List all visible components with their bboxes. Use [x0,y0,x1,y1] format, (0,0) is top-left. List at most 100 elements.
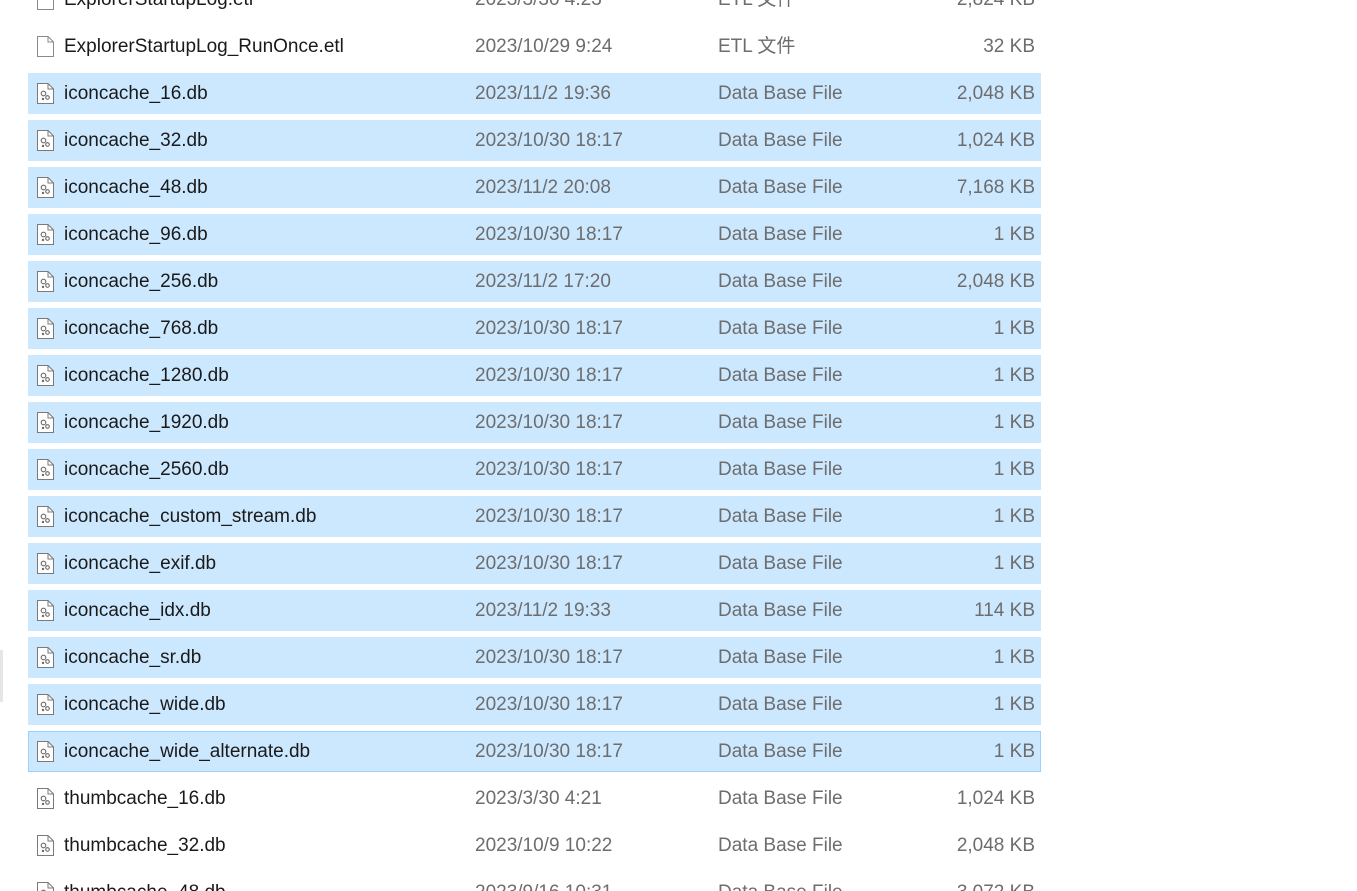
file-date-modified: 2023/10/30 18:17 [475,318,623,339]
file-name: iconcache_1280.db [64,365,229,386]
db-file-icon [37,412,54,433]
file-list: ExplorerStartupLog.etl 2023/3/30 4:23 ET… [0,0,1357,891]
db-file-icon [37,365,54,386]
file-name: iconcache_256.db [64,271,219,292]
db-file-icon [37,506,54,527]
file-size: 1 KB [993,365,1035,386]
file-name: iconcache_exif.db [64,553,217,574]
file-row[interactable]: iconcache_wide.db 2023/10/30 18:17 Data … [0,681,1357,728]
db-file-icon [37,600,54,621]
file-date-modified: 2023/10/30 18:17 [475,694,623,715]
db-file-icon [37,459,54,480]
file-row[interactable]: iconcache_1920.db 2023/10/30 18:17 Data … [0,399,1357,446]
file-date-modified: 2023/10/30 18:17 [475,224,623,245]
db-file-icon [37,788,54,809]
file-size: 1 KB [993,741,1035,762]
file-name: ExplorerStartupLog_RunOnce.etl [64,36,344,57]
file-type: Data Base File [718,788,843,809]
blank-file-icon [37,0,54,10]
db-file-icon [37,83,54,104]
file-name: iconcache_48.db [64,177,208,198]
file-name: iconcache_1920.db [64,412,229,433]
file-type: Data Base File [718,869,843,891]
file-date-modified: 2023/10/29 9:24 [475,36,613,57]
file-type: Data Base File [718,177,843,198]
file-name: iconcache_idx.db [64,600,211,621]
file-date-modified: 2023/10/30 18:17 [475,130,623,151]
blank-file-icon [37,36,54,57]
file-size: 2,048 KB [956,83,1035,104]
file-size: 1 KB [993,647,1035,668]
file-name: iconcache_768.db [64,318,219,339]
file-name: iconcache_custom_stream.db [64,506,317,527]
file-type: Data Base File [718,694,843,715]
file-row[interactable]: iconcache_48.db 2023/11/2 20:08 Data Bas… [0,164,1357,211]
file-size: 2,824 KB [860,0,1035,23]
file-date-modified: 2023/10/30 18:17 [475,412,623,433]
file-row[interactable]: iconcache_1280.db 2023/10/30 18:17 Data … [0,352,1357,399]
db-file-icon [37,177,54,198]
file-type: Data Base File [718,506,843,527]
file-date-modified: 2023/11/2 19:33 [475,600,611,621]
file-type: ETL 文件 [718,36,796,57]
file-date-modified: 2023/11/2 19:36 [475,83,611,104]
file-size: 1 KB [993,506,1035,527]
file-size: 1 KB [993,459,1035,480]
file-row[interactable]: iconcache_768.db 2023/10/30 18:17 Data B… [0,305,1357,352]
file-type: Data Base File [718,83,843,104]
file-row[interactable]: iconcache_256.db 2023/11/2 17:20 Data Ba… [0,258,1357,305]
file-date-modified: 2023/3/30 4:21 [475,788,602,809]
file-type: Data Base File [718,365,843,386]
file-type: Data Base File [718,130,843,151]
file-size: 1 KB [993,553,1035,574]
db-file-icon [37,835,54,856]
file-type: Data Base File [718,600,843,621]
file-row[interactable]: iconcache_wide_alternate.db 2023/10/30 1… [0,728,1357,775]
file-row[interactable]: iconcache_32.db 2023/10/30 18:17 Data Ba… [0,117,1357,164]
file-row[interactable]: thumbcache_48.db 2023/9/16 10:31 Data Ba… [0,869,1357,891]
file-type: Data Base File [718,224,843,245]
file-date-modified: 2023/10/30 18:17 [475,741,623,762]
file-type: Data Base File [718,271,843,292]
file-date-modified: 2023/11/2 20:08 [475,177,611,198]
file-type: Data Base File [718,318,843,339]
db-file-icon [37,882,54,891]
file-date-modified: 2023/10/30 18:17 [475,506,623,527]
file-size: 32 KB [983,36,1035,57]
file-name: ExplorerStartupLog.etl [64,0,253,23]
db-file-icon [37,553,54,574]
file-size: 1 KB [993,694,1035,715]
file-row[interactable]: iconcache_sr.db 2023/10/30 18:17 Data Ba… [0,634,1357,681]
db-file-icon [37,130,54,151]
file-name: iconcache_2560.db [64,459,229,480]
file-row[interactable]: iconcache_custom_stream.db 2023/10/30 18… [0,493,1357,540]
file-row[interactable]: thumbcache_16.db 2023/3/30 4:21 Data Bas… [0,775,1357,822]
file-size: 3,072 KB [860,869,1035,891]
file-row[interactable]: ExplorerStartupLog.etl 2023/3/30 4:23 ET… [0,0,1357,23]
file-name: thumbcache_16.db [64,788,226,809]
file-date-modified: 2023/10/9 10:22 [475,835,613,856]
file-row[interactable]: iconcache_2560.db 2023/10/30 18:17 Data … [0,446,1357,493]
file-row[interactable]: iconcache_96.db 2023/10/30 18:17 Data Ba… [0,211,1357,258]
file-row[interactable]: thumbcache_32.db 2023/10/9 10:22 Data Ba… [0,822,1357,869]
file-size: 1 KB [993,412,1035,433]
file-date-modified: 2023/10/30 18:17 [475,553,623,574]
file-date-modified: 2023/10/30 18:17 [475,647,623,668]
file-type: Data Base File [718,741,843,762]
file-name: iconcache_16.db [64,83,208,104]
file-size: 114 KB [974,600,1035,621]
file-size: 2,048 KB [956,835,1035,856]
db-file-icon [37,694,54,715]
file-date-modified: 2023/11/2 17:20 [475,271,611,292]
file-name: iconcache_wide_alternate.db [64,741,311,762]
file-date-modified: 2023/9/16 10:31 [475,869,612,891]
file-name: iconcache_sr.db [64,647,202,668]
file-row[interactable]: ExplorerStartupLog_RunOnce.etl 2023/10/2… [0,23,1357,70]
file-row[interactable]: iconcache_idx.db 2023/11/2 19:33 Data Ba… [0,587,1357,634]
file-row[interactable]: iconcache_16.db 2023/11/2 19:36 Data Bas… [0,70,1357,117]
file-row[interactable]: iconcache_exif.db 2023/10/30 18:17 Data … [0,540,1357,587]
file-date-modified: 2023/10/30 18:17 [475,365,623,386]
db-file-icon [37,224,54,245]
file-explorer-details-pane: ExplorerStartupLog.etl 2023/3/30 4:23 ET… [0,0,1357,891]
file-type: Data Base File [718,412,843,433]
